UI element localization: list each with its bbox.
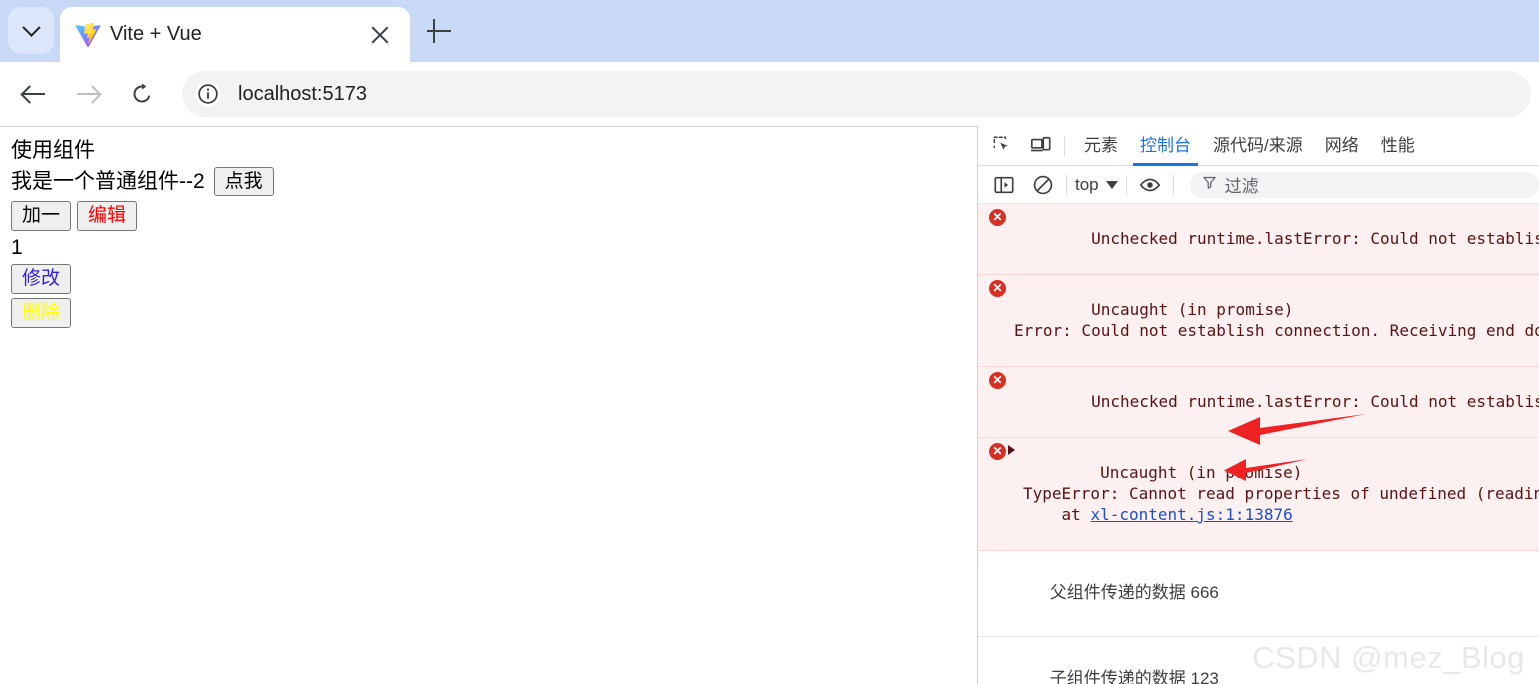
- close-icon[interactable]: [367, 22, 393, 48]
- vite-logo-icon: [74, 21, 102, 49]
- tab-strip: Vite + Vue: [0, 0, 1539, 62]
- arrow-left-icon: [23, 85, 45, 103]
- execution-context-label: top: [1075, 174, 1099, 194]
- modify-button[interactable]: 修改: [11, 263, 72, 294]
- filter-funnel-icon: [1202, 175, 1217, 195]
- tab-elements[interactable]: 元素: [1073, 126, 1129, 166]
- new-tab-button[interactable]: [422, 14, 456, 48]
- component-text: 我是一个普通组件--2: [11, 170, 205, 193]
- console-message-list[interactable]: ✕ Unchecked runtime.lastError: Could not …: [978, 204, 1539, 684]
- console-error-detail: Error: Could not establish connection. R…: [1014, 321, 1539, 340]
- csdn-watermark: CSDN @mez_Blog: [1252, 640, 1525, 675]
- tab-search-button[interactable]: [8, 7, 54, 54]
- arrow-right-icon: [77, 85, 99, 103]
- component-line: 我是一个普通组件--2 点我: [11, 166, 977, 197]
- error-circle-icon: ✕: [989, 280, 1006, 297]
- tab-title: Vite + Vue: [110, 23, 202, 45]
- console-error-row[interactable]: ✕ Unchecked runtime.lastError: Could not …: [978, 204, 1539, 275]
- console-sidebar-icon[interactable]: [989, 170, 1019, 200]
- reload-button[interactable]: [120, 72, 164, 116]
- reload-icon: [133, 83, 151, 103]
- browser-tab[interactable]: Vite + Vue: [60, 7, 410, 62]
- address-bar[interactable]: localhost:5173: [182, 71, 1531, 117]
- tab-performance[interactable]: 性能: [1370, 126, 1426, 166]
- expand-triangle-icon[interactable]: [1008, 445, 1015, 455]
- tab-network[interactable]: 网络: [1314, 126, 1370, 166]
- filter-input[interactable]: 过滤: [1189, 171, 1539, 198]
- console-error-text: Unchecked runtime.lastError: Could not e…: [1091, 392, 1539, 411]
- console-stack-prefix: at: [1023, 505, 1091, 524]
- console-toolbar: top 过滤: [978, 166, 1539, 204]
- add-one-button[interactable]: 加一: [11, 201, 72, 231]
- console-error-text: Uncaught (in promise): [1091, 300, 1294, 319]
- browser-chrome: Vite + Vue localhost:5173: [0, 0, 1539, 126]
- live-expression-eye-icon[interactable]: [1135, 170, 1165, 200]
- inspect-element-icon[interactable]: [988, 131, 1018, 161]
- edit-button[interactable]: 编辑: [77, 201, 138, 231]
- page-viewport: 使用组件 我是一个普通组件--2 点我 加一 编辑 1 修改 删除: [0, 126, 977, 684]
- tab-console[interactable]: 控制台: [1129, 126, 1202, 166]
- info-circle-icon[interactable]: [194, 80, 222, 108]
- click-me-button[interactable]: 点我: [213, 166, 274, 197]
- toolbar-divider-4: [1172, 174, 1174, 195]
- console-error-row-expandable[interactable]: ✕ Uncaught (in promise) TypeError: Cannot …: [978, 438, 1539, 551]
- device-toolbar-icon[interactable]: [1026, 131, 1056, 161]
- tab-sources[interactable]: 源代码/来源: [1202, 126, 1314, 166]
- delete-button[interactable]: 删除: [11, 297, 72, 328]
- secondary-button-stack: 修改 删除: [11, 263, 977, 328]
- error-circle-icon: ✕: [989, 372, 1006, 389]
- error-circle-icon: ✕: [989, 209, 1006, 226]
- url-text: localhost:5173: [238, 82, 367, 105]
- console-error-row[interactable]: ✕ Unchecked runtime.lastError: Could not …: [978, 367, 1539, 438]
- counter-value: 1: [11, 235, 23, 259]
- action-button-row: 加一 编辑: [11, 201, 977, 231]
- console-error-detail: TypeError: Cannot read properties of und…: [1023, 484, 1539, 503]
- devtools-tab-bar: 元素 控制台 源代码/来源 网络 性能: [978, 126, 1539, 166]
- execution-context-dropdown[interactable]: top: [1075, 175, 1118, 195]
- filter-placeholder: 过滤: [1224, 177, 1259, 196]
- stack-source-link[interactable]: xl-content.js:1:13876: [1090, 505, 1292, 524]
- error-circle-icon: ✕: [989, 443, 1006, 460]
- chevron-down-icon: [21, 18, 41, 37]
- console-error-text: Uncaught (in promise): [1100, 463, 1303, 482]
- page-heading: 使用组件: [11, 139, 95, 162]
- browser-window: Vite + Vue localhost:5173 使用组件 我是一个普通组件-…: [0, 0, 1539, 684]
- console-log-text: 子组件传递的数据 123: [1049, 669, 1219, 684]
- toolbar-divider: [1064, 135, 1065, 156]
- devtools-panel: 元素 控制台 源代码/来源 网络 性能 top 过滤 ✕ Unchecked r…: [977, 126, 1539, 684]
- back-button[interactable]: [12, 72, 56, 116]
- console-log-row[interactable]: 父组件传递的数据 666: [978, 551, 1539, 637]
- console-error-text: Unchecked runtime.lastError: Could not e…: [1091, 229, 1539, 248]
- console-log-text: 父组件传递的数据 666: [1049, 583, 1219, 602]
- toolbar-divider-3: [1125, 174, 1127, 195]
- toolbar-divider-2: [1066, 174, 1067, 195]
- forward-button[interactable]: [66, 72, 110, 116]
- clear-console-icon[interactable]: [1028, 170, 1058, 200]
- console-error-row[interactable]: ✕ Uncaught (in promise) Error: Could not e…: [978, 275, 1539, 367]
- caret-down-icon: [1105, 180, 1118, 189]
